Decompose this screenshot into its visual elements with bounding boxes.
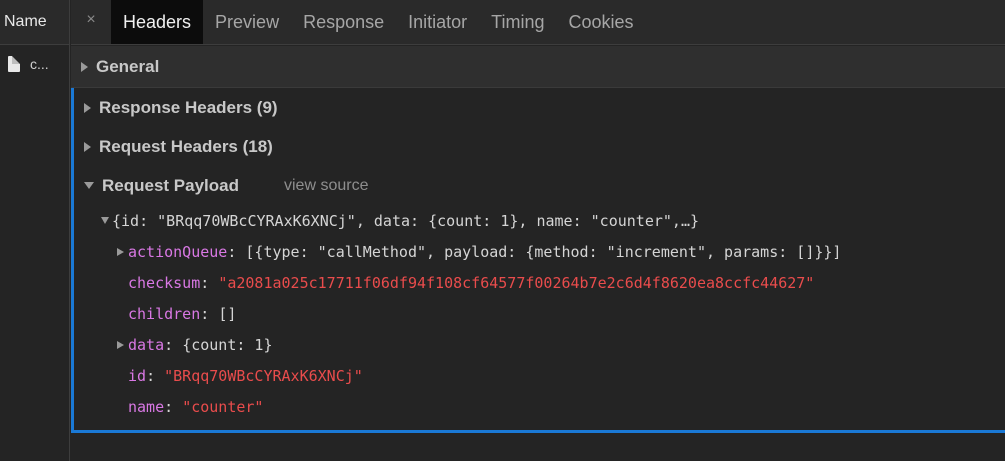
payload-key: data [128,335,165,354]
request-list-item-label: c... [30,56,49,72]
payload-value: [] [218,304,237,323]
view-source-link[interactable]: view source [284,177,368,195]
headers-panel: General Response Headers (9) Request Hea… [71,46,1005,461]
detail-tab-bar: × Headers Preview Response Initiator Tim… [71,0,1005,45]
payload-root-node[interactable]: {id: "BRqq70WBcCYRAxK6XNCj", data: {coun… [74,205,1005,236]
tab-preview-label: Preview [215,11,280,32]
payload-key: id [128,366,147,385]
tab-timing-label: Timing [491,11,545,32]
payload-value: "BRqq70WBcCYRAxK6XNCj" [164,366,363,385]
focused-section-outline: Response Headers (9) Request Headers (18… [71,88,1005,433]
name-column: Name c... [0,0,70,461]
expand-triangle-icon [117,340,124,349]
document-icon [8,56,20,72]
payload-node-data[interactable]: data: {count: 1} [74,329,1005,360]
collapse-triangle-icon [101,217,109,224]
tab-headers[interactable]: Headers [111,0,204,44]
payload-key: actionQueue [128,242,228,261]
request-list-item[interactable]: c... [0,45,69,83]
tab-headers-label: Headers [123,11,192,32]
section-request-headers-label: Request Headers (18) [99,136,273,156]
section-response-headers[interactable]: Response Headers (9) [74,88,1005,127]
payload-value: {count: 1} [182,335,273,354]
section-general-label: General [96,56,160,76]
tab-response[interactable]: Response [291,0,396,44]
tab-timing[interactable]: Timing [479,0,556,44]
payload-node-actionqueue[interactable]: actionQueue: [{type: "callMethod", paylo… [74,236,1005,267]
section-request-payload[interactable]: Request Payload view source [74,166,1005,205]
expand-triangle-icon [84,102,91,113]
section-response-headers-label: Response Headers (9) [99,97,278,117]
payload-node-name: name: "counter" [128,397,264,416]
payload-value: "a2081a025c17711f06df94f108cf64577f00264… [218,273,815,292]
tab-preview[interactable]: Preview [203,0,291,44]
tab-cookies[interactable]: Cookies [557,0,646,44]
payload-node-children: children: [] [128,304,237,323]
payload-key: checksum [128,273,201,292]
section-request-payload-label: Request Payload [102,175,239,195]
section-general[interactable]: General [71,46,1005,88]
payload-key: children [128,304,201,323]
tab-response-label: Response [303,11,385,32]
expand-triangle-icon [81,61,88,72]
request-payload-tree: {id: "BRqq70WBcCYRAxK6XNCj", data: {coun… [74,205,1005,422]
tab-initiator[interactable]: Initiator [396,0,479,44]
payload-key: name [128,397,165,416]
payload-value: [{type: "callMethod", payload: {method: … [245,242,842,261]
name-column-header[interactable]: Name [0,0,69,45]
collapse-triangle-icon [84,182,94,189]
expand-triangle-icon [117,247,124,256]
close-icon[interactable]: × [71,0,111,44]
tab-cookies-label: Cookies [568,11,634,32]
name-column-header-label: Name [4,13,47,30]
payload-root-summary: {id: "BRqq70WBcCYRAxK6XNCj", data: {coun… [112,211,699,230]
expand-triangle-icon [84,141,91,152]
payload-value: "counter" [182,397,264,416]
tab-initiator-label: Initiator [408,11,468,32]
section-request-headers[interactable]: Request Headers (18) [74,127,1005,166]
payload-node-checksum: checksum: "a2081a025c17711f06df94f108cf6… [128,273,815,292]
payload-node-id: id: "BRqq70WBcCYRAxK6XNCj" [128,366,363,385]
